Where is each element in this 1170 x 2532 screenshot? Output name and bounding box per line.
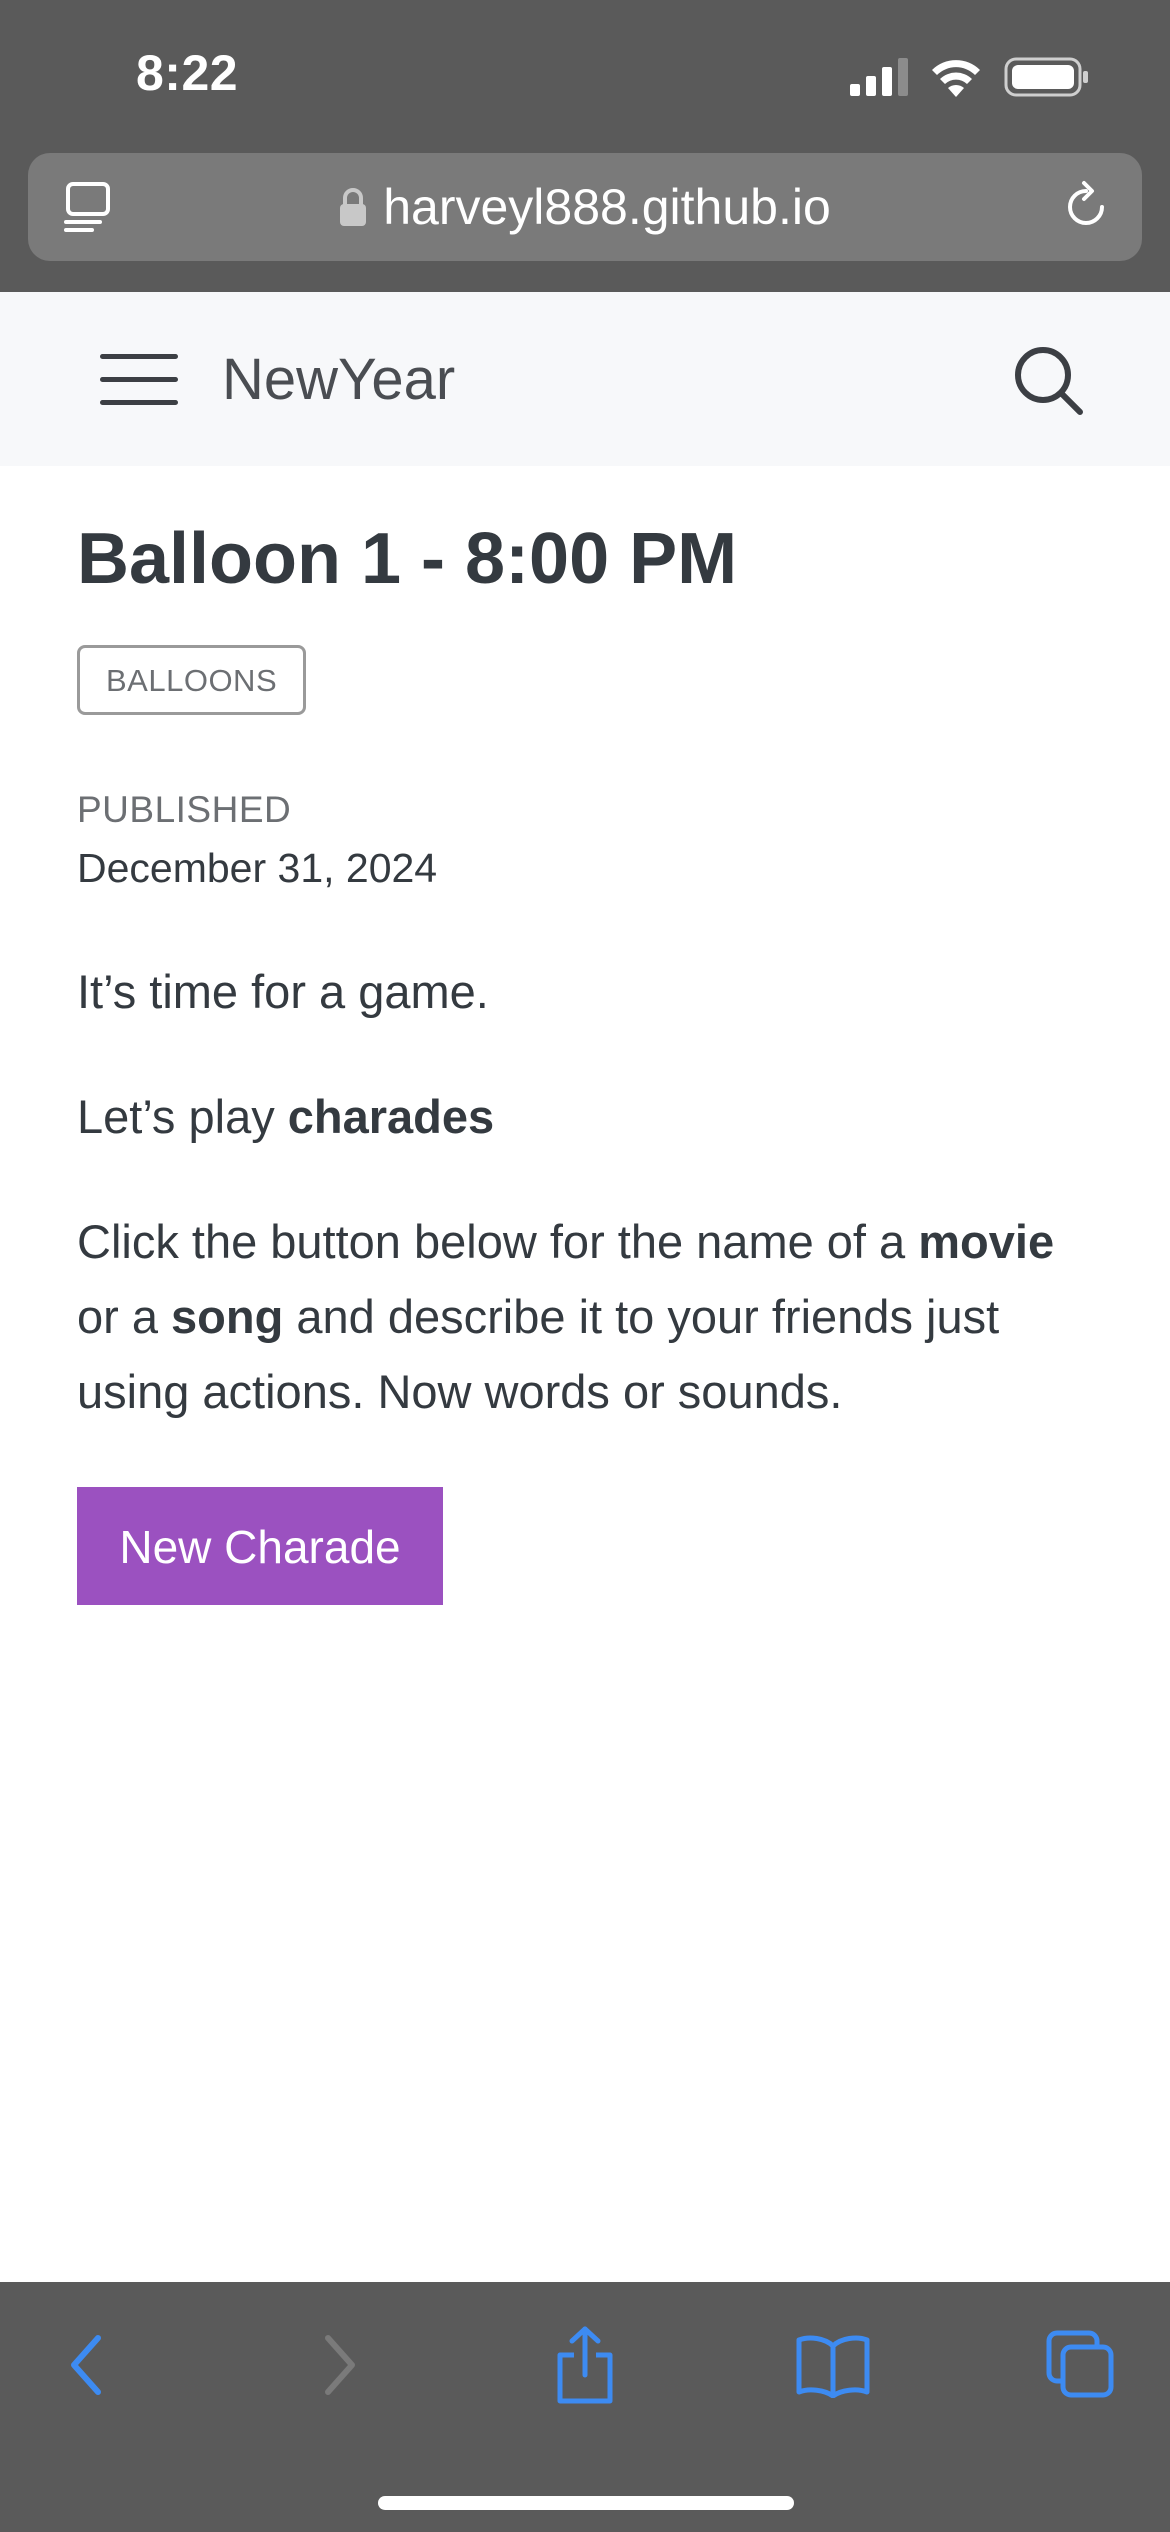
new-charade-button[interactable]: New Charade	[77, 1487, 443, 1606]
paragraph-intro: It’s time for a game.	[77, 954, 1097, 1029]
back-button[interactable]	[42, 2320, 132, 2410]
song-emphasis: song	[171, 1290, 284, 1344]
browser-bottom-toolbar	[0, 2282, 1170, 2532]
lock-icon	[340, 188, 367, 226]
paragraph-play-prefix: Let’s play	[77, 1090, 288, 1144]
tabs-icon	[1046, 2330, 1114, 2398]
instructions-part-2: or a	[77, 1290, 172, 1344]
share-icon	[557, 2326, 613, 2404]
status-time: 8:22	[136, 45, 239, 101]
instructions-part-1: Click the button below for the name of a	[77, 1215, 919, 1269]
cellular-signal-icon	[850, 58, 908, 96]
url-text[interactable]: harveyl888.github.io	[383, 178, 831, 236]
site-title[interactable]: NewYear	[222, 346, 455, 413]
url-bar[interactable]: harveyl888.github.io	[28, 153, 1142, 261]
page-title: Balloon 1 - 8:00 PM	[77, 519, 738, 599]
tabs-button[interactable]	[1036, 2320, 1126, 2410]
forward-button[interactable]	[294, 2320, 384, 2410]
reload-icon[interactable]	[1058, 179, 1114, 235]
browser-top-chrome: 8:22 harveyl888.github.io	[0, 0, 1170, 292]
share-button[interactable]	[540, 2320, 630, 2410]
hamburger-menu-icon[interactable]	[100, 354, 178, 406]
published-date: December 31, 2024	[77, 845, 438, 892]
back-chevron-icon	[71, 2335, 101, 2395]
charades-emphasis: charades	[287, 1090, 495, 1144]
url-center: harveyl888.github.io	[28, 153, 1142, 261]
home-indicator	[378, 2496, 794, 2510]
post-content: Balloon 1 - 8:00 PM BALLOONS PUBLISHED D…	[77, 466, 1097, 1606]
wifi-icon	[932, 60, 980, 97]
paragraph-instructions: Click the button below for the name of a…	[77, 1204, 1097, 1429]
movie-emphasis: movie	[918, 1215, 1055, 1269]
search-icon[interactable]	[1010, 342, 1086, 418]
paragraph-play: Let’s play charades	[77, 1079, 1097, 1154]
forward-chevron-icon	[325, 2335, 355, 2395]
battery-icon	[1004, 57, 1088, 97]
status-icons	[850, 52, 1090, 102]
site-navbar: NewYear	[0, 292, 1170, 466]
bookmarks-button[interactable]	[788, 2320, 878, 2410]
paragraph-intro-text: It’s time for a game.	[77, 965, 489, 1019]
published-label: PUBLISHED	[77, 789, 292, 831]
category-tag[interactable]: BALLOONS	[77, 645, 307, 716]
bookmarks-book-icon	[796, 2335, 870, 2398]
